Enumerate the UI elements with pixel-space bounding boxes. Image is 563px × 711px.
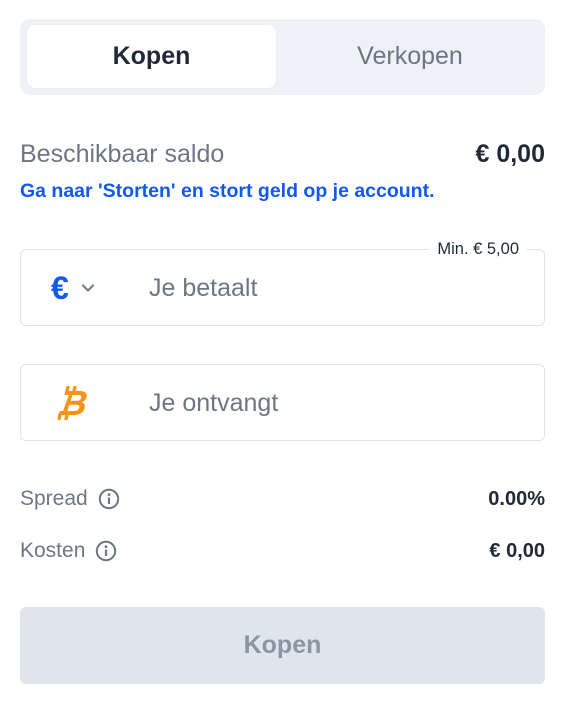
info-icon[interactable] xyxy=(95,540,117,562)
receive-amount-input[interactable] xyxy=(149,383,519,423)
buy-sell-tabs: Kopen Verkopen xyxy=(20,19,545,95)
spread-value: 0.00% xyxy=(488,488,545,510)
currency-select[interactable]: € xyxy=(51,268,95,308)
euro-icon: € xyxy=(51,270,69,306)
bitcoin-icon xyxy=(56,383,90,423)
spread-label-text: Spread xyxy=(20,487,88,510)
spread-label: Spread xyxy=(20,485,120,513)
costs-label: Kosten xyxy=(20,537,117,565)
buy-submit-button[interactable]: Kopen xyxy=(20,607,545,684)
pay-amount-input[interactable] xyxy=(149,268,519,308)
tab-buy[interactable]: Kopen xyxy=(27,25,276,88)
info-icon[interactable] xyxy=(98,488,120,510)
pay-amount-field: Min. € 5,00 € xyxy=(20,237,545,326)
costs-value: € 0,00 xyxy=(489,540,545,562)
deposit-hint-link[interactable]: Ga naar 'Storten' en stort geld op je ac… xyxy=(20,178,435,204)
balance-label: Beschikbaar saldo xyxy=(20,140,225,168)
minimum-amount-label: Min. € 5,00 xyxy=(429,237,527,261)
tab-sell[interactable]: Verkopen xyxy=(282,25,538,88)
chevron-down-icon xyxy=(81,281,95,295)
receive-amount-field xyxy=(20,364,545,441)
balance-value: € 0,00 xyxy=(475,140,545,168)
costs-label-text: Kosten xyxy=(20,539,86,562)
